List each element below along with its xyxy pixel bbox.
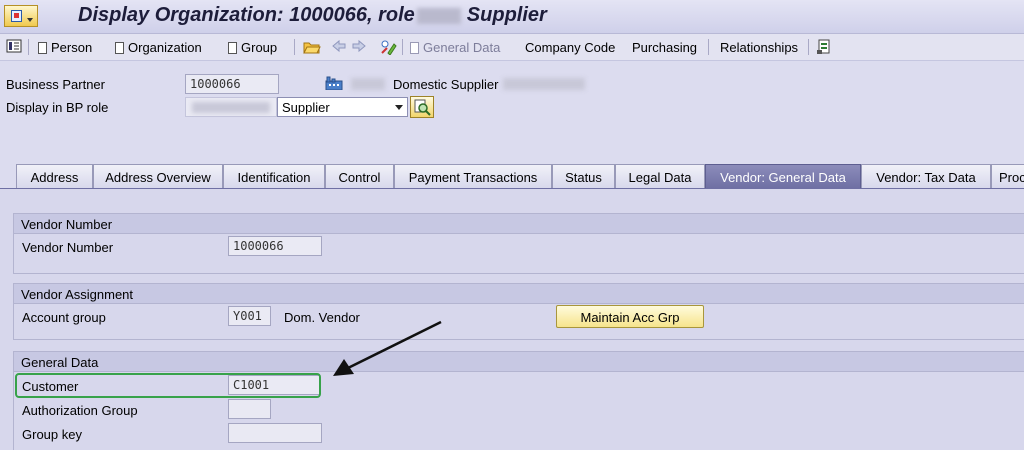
person-button[interactable]: Person	[38, 40, 92, 55]
tab-payment-transactions[interactable]: Payment Transactions	[394, 164, 552, 188]
redacted-text	[503, 78, 585, 90]
bp-role-dropdown[interactable]: Supplier	[277, 97, 408, 117]
page-title: Display Organization: 1000066, role Suppl…	[78, 4, 547, 26]
vendor-number-field[interactable]: 1000066	[228, 236, 322, 256]
bp-role-code-field	[185, 97, 277, 117]
account-group-label: Account group	[22, 310, 106, 325]
tab-vendor-tax-data[interactable]: Vendor: Tax Data	[861, 164, 991, 188]
vendor-assignment-group-title: Vendor Assignment	[14, 284, 1024, 304]
authorization-group-field[interactable]	[228, 399, 271, 419]
toolbar-separator	[294, 39, 295, 55]
group-key-label: Group key	[22, 427, 82, 442]
redacted-text	[192, 102, 270, 113]
bp-role-label: Display in BP role	[6, 100, 109, 115]
authorization-group-label: Authorization Group	[22, 403, 138, 418]
application-toolbar: Person Organization Group General Data C…	[0, 34, 1024, 61]
toolbar-separator	[708, 39, 709, 55]
general-data-group: General Data	[13, 351, 1024, 450]
tab-address-overview[interactable]: Address Overview	[93, 164, 223, 188]
open-folder-icon[interactable]	[303, 39, 321, 54]
group-key-field[interactable]	[228, 423, 322, 443]
vendor-assignment-group: Vendor Assignment	[13, 283, 1024, 340]
title-bar: Display Organization: 1000066, role Suppl…	[0, 0, 1024, 34]
maintain-acc-grp-button[interactable]: Maintain Acc Grp	[556, 305, 704, 328]
tab-proc[interactable]: Proc	[991, 164, 1024, 188]
organization-icon	[325, 76, 343, 90]
change-display-icon[interactable]	[380, 39, 398, 55]
list-view-icon[interactable]	[6, 39, 22, 53]
tab-vendor-general-data[interactable]: Vendor: General Data	[705, 164, 861, 188]
tab-address[interactable]: Address	[16, 164, 93, 188]
business-partner-description: Domestic Supplier	[393, 77, 499, 92]
redacted-text	[351, 78, 385, 90]
group-button[interactable]: Group	[228, 40, 277, 55]
tab-content: Vendor Number Vendor Number 1000066 Vend…	[0, 189, 1024, 450]
arrow-left-icon[interactable]	[331, 39, 347, 53]
business-partner-label: Business Partner	[6, 77, 105, 92]
toolbar-separator	[808, 39, 809, 55]
document-icon	[115, 42, 124, 54]
account-group-description: Dom. Vendor	[284, 310, 360, 325]
tab-legal-data[interactable]: Legal Data	[615, 164, 705, 188]
vendor-number-group-title: Vendor Number	[14, 214, 1024, 234]
toolbar-separator	[28, 39, 29, 55]
where-used-icon[interactable]	[816, 39, 832, 55]
document-icon	[228, 42, 237, 54]
customer-highlight-box	[15, 373, 321, 398]
relationships-button[interactable]: Relationships	[720, 40, 798, 55]
purchasing-button[interactable]: Purchasing	[632, 40, 697, 55]
general-data-button[interactable]: General Data	[410, 40, 500, 55]
business-partner-field[interactable]: 1000066	[185, 74, 279, 94]
document-icon	[38, 42, 47, 54]
organization-button[interactable]: Organization	[115, 40, 202, 55]
switch-role-button[interactable]	[410, 96, 434, 118]
account-group-field[interactable]: Y001	[228, 306, 271, 326]
magnifier-icon	[414, 99, 431, 116]
dropdown-arrow-icon	[395, 105, 403, 110]
tab-strip: Address Address Overview Identification …	[0, 164, 1024, 188]
system-menu-icon[interactable]	[4, 5, 38, 27]
vendor-number-label: Vendor Number	[22, 240, 114, 255]
document-icon	[410, 42, 419, 54]
redacted-role-code	[416, 7, 461, 24]
general-data-group-title: General Data	[14, 352, 1024, 372]
vendor-number-group: Vendor Number	[13, 213, 1024, 274]
tab-status[interactable]: Status	[552, 164, 615, 188]
tab-control[interactable]: Control	[325, 164, 394, 188]
arrow-right-icon[interactable]	[351, 39, 367, 53]
company-code-button[interactable]: Company Code	[525, 40, 615, 55]
toolbar-separator	[402, 39, 403, 55]
tab-identification[interactable]: Identification	[223, 164, 325, 188]
